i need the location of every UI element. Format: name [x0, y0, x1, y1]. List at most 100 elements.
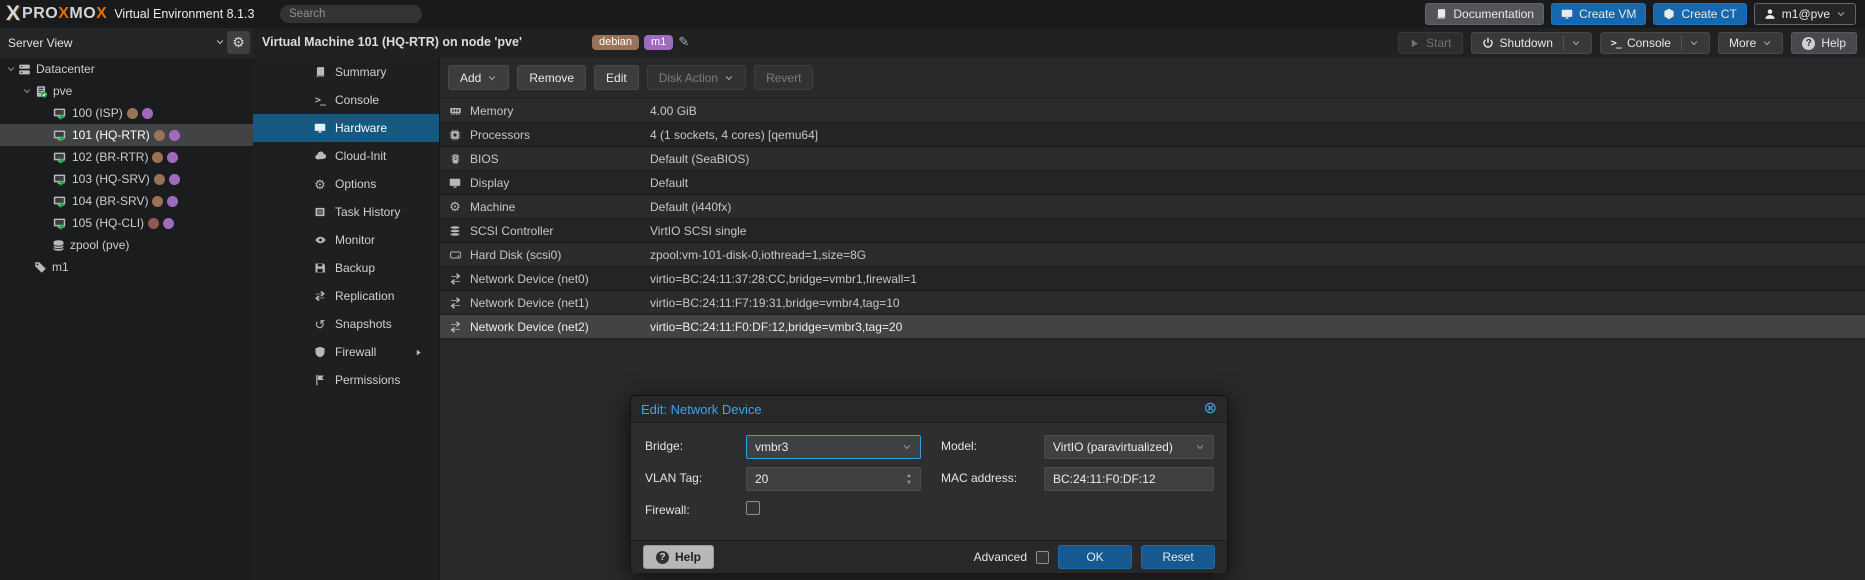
cube-icon: [1663, 8, 1675, 20]
network-icon: [440, 297, 470, 309]
menu-item-permissions[interactable]: Permissions: [253, 366, 439, 394]
menu-item-cloud-init[interactable]: Cloud-Init: [253, 142, 439, 170]
tree-item-zpool-pve[interactable]: zpool (pve): [0, 234, 253, 256]
tree-item-datacenter[interactable]: Datacenter: [0, 58, 253, 80]
flag-icon: [313, 374, 327, 386]
menu-item-options[interactable]: ⚙Options: [253, 170, 439, 198]
expand-chevron-icon[interactable]: [4, 64, 18, 74]
topbar-actions: Documentation Create VM Create CT m1@pve: [1425, 3, 1856, 25]
help-icon: ?: [656, 551, 669, 564]
menu-item-console[interactable]: >_Console: [253, 86, 439, 114]
tree-item-102-br-rtr[interactable]: 102 (BR-RTR): [0, 146, 253, 168]
console-button[interactable]: >_Console: [1600, 32, 1710, 54]
edit-tags-pencil-icon[interactable]: ✎: [678, 34, 689, 50]
dialog-help-button[interactable]: ? Help: [643, 545, 714, 569]
spinner-down-icon[interactable]: ▼: [906, 480, 912, 486]
tree-item-pve[interactable]: pve: [0, 80, 253, 102]
chevron-down-icon[interactable]: [1195, 442, 1205, 452]
menu-item-monitor[interactable]: Monitor: [253, 226, 439, 254]
menu-item-snapshots[interactable]: ↺Snapshots: [253, 310, 439, 338]
tag-m1[interactable]: m1: [644, 35, 673, 50]
tree-item-104-br-srv[interactable]: 104 (BR-SRV): [0, 190, 253, 212]
revert-button[interactable]: Revert: [754, 65, 813, 90]
user-icon: [1764, 8, 1776, 20]
hardware-row-hard-disk-scsi0[interactable]: Hard Disk (scsi0)zpool:vm-101-disk-0,iot…: [440, 243, 1865, 267]
tree-item-105-hq-cli[interactable]: 105 (HQ-CLI): [0, 212, 253, 234]
hardware-table: Memory4.00 GiBProcessors4 (1 sockets, 4 …: [440, 99, 1865, 339]
monitor-icon: [1561, 8, 1573, 20]
expand-chevron-icon[interactable]: [20, 86, 34, 96]
create-ct-button[interactable]: Create CT: [1653, 3, 1746, 25]
menu-item-firewall[interactable]: Firewall: [253, 338, 439, 366]
vm-icon: [52, 195, 67, 208]
mac-address-value: BC:24:11:F0:DF:12: [1053, 472, 1156, 486]
chevron-down-icon: [1836, 9, 1846, 19]
hardware-row-memory[interactable]: Memory4.00 GiB: [440, 99, 1865, 123]
hardware-row-network-device-net1[interactable]: Network Device (net1)virtio=BC:24:11:F7:…: [440, 291, 1865, 315]
history-icon: ↺: [313, 318, 327, 331]
spinner-up-icon[interactable]: ▲: [906, 473, 912, 479]
search-input[interactable]: [280, 5, 422, 23]
disk-action-button[interactable]: Disk Action: [647, 65, 746, 90]
hardware-row-scsi-controller[interactable]: SCSI ControllerVirtIO SCSI single: [440, 219, 1865, 243]
more-button[interactable]: More: [1718, 32, 1783, 54]
menu-item-summary[interactable]: Summary: [253, 58, 439, 86]
edit-button[interactable]: Edit: [594, 65, 639, 90]
dialog-footer: ? Help Advanced OK Reset: [631, 540, 1227, 573]
monitor-icon: [313, 122, 327, 134]
documentation-button[interactable]: Documentation: [1425, 3, 1544, 25]
chevron-down-icon[interactable]: [902, 442, 912, 452]
bridge-combobox[interactable]: vmbr3: [746, 435, 921, 459]
vm-tags: debian m1 ✎: [592, 34, 689, 50]
hardware-row-network-device-net0[interactable]: Network Device (net0)virtio=BC:24:11:37:…: [440, 267, 1865, 291]
proxmox-logo-icon: X: [6, 2, 20, 26]
reset-button[interactable]: Reset: [1141, 545, 1215, 569]
model-combobox[interactable]: VirtIO (paravirtualized): [1044, 435, 1214, 459]
menu-item-hardware[interactable]: Hardware: [253, 114, 439, 142]
tree-item-103-hq-srv[interactable]: 103 (HQ-SRV): [0, 168, 253, 190]
tag-dot: [127, 108, 138, 119]
tree-item-m1[interactable]: m1: [0, 256, 253, 278]
tree-settings-button[interactable]: ⚙: [227, 31, 250, 54]
advanced-checkbox[interactable]: [1036, 551, 1049, 564]
header-row: Server View ⚙ Virtual Machine 101 (HQ-RT…: [0, 28, 1865, 58]
terminal-icon: >_: [1611, 38, 1621, 49]
tag-dot: [169, 130, 180, 141]
hardware-row-machine[interactable]: ⚙MachineDefault (i440fx): [440, 195, 1865, 219]
vlan-tag-spinner[interactable]: 20 ▲▼: [746, 467, 921, 491]
tag-dot: [148, 218, 159, 229]
mac-address-field[interactable]: BC:24:11:F0:DF:12: [1044, 467, 1214, 491]
close-icon[interactable]: ⊗: [1204, 401, 1217, 417]
create-vm-button[interactable]: Create VM: [1551, 3, 1646, 25]
tag-debian[interactable]: debian: [592, 35, 639, 50]
view-selector[interactable]: Server View: [8, 36, 72, 50]
shutdown-button[interactable]: Shutdown: [1471, 32, 1592, 54]
hardware-row-processors[interactable]: Processors4 (1 sockets, 4 cores) [qemu64…: [440, 123, 1865, 147]
vm-icon: [52, 217, 67, 230]
start-button[interactable]: Start: [1398, 32, 1462, 54]
vm-action-buttons: Start Shutdown >_Console More ?Help: [1398, 32, 1857, 54]
tree-item-101-hq-rtr[interactable]: 101 (HQ-RTR): [0, 124, 253, 146]
menu-item-backup[interactable]: Backup: [253, 254, 439, 282]
vm-icon: [52, 107, 67, 120]
remove-button[interactable]: Remove: [517, 65, 586, 90]
tag-dot: [163, 218, 174, 229]
hardware-row-network-device-net2[interactable]: Network Device (net2)virtio=BC:24:11:F0:…: [440, 315, 1865, 339]
hardware-row-bios[interactable]: BIOSDefault (SeaBIOS): [440, 147, 1865, 171]
firewall-checkbox[interactable]: [746, 501, 760, 515]
tree-item-100-isp[interactable]: 100 (ISP): [0, 102, 253, 124]
chevron-down-icon[interactable]: [215, 37, 225, 47]
help-button[interactable]: ?Help: [1791, 32, 1857, 54]
dialog-body: Bridge: vmbr3 Model: VirtIO (paravirtual…: [631, 423, 1227, 540]
m1-pve-button[interactable]: m1@pve: [1754, 3, 1856, 25]
top-bar: X PROXMOX Virtual Environment 8.1.3 Docu…: [0, 0, 1865, 28]
tag-dot: [152, 152, 163, 163]
menu-item-replication[interactable]: Replication: [253, 282, 439, 310]
hardware-row-display[interactable]: DisplayDefault: [440, 171, 1865, 195]
ok-button[interactable]: OK: [1058, 545, 1132, 569]
add-button[interactable]: Add: [448, 65, 509, 90]
dialog-titlebar[interactable]: Edit: Network Device ⊗: [631, 396, 1227, 423]
menu-item-task-history[interactable]: Task History: [253, 198, 439, 226]
storage-icon: [52, 239, 65, 252]
scsi-icon: [440, 225, 470, 237]
